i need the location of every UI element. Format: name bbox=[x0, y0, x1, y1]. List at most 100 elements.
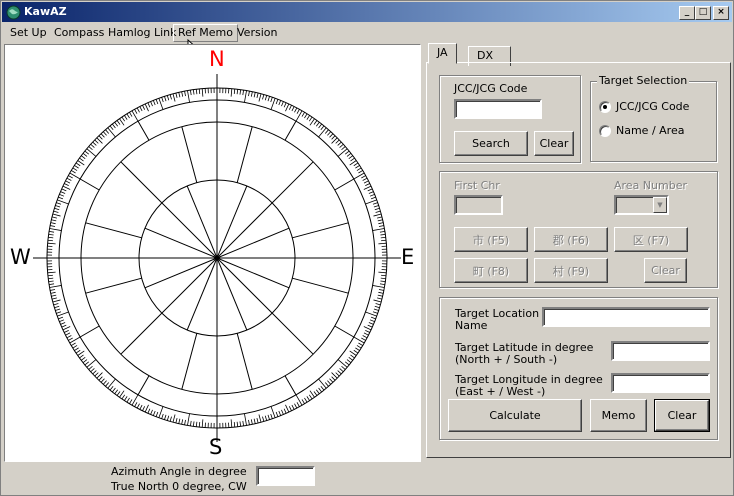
compass-tick bbox=[47, 274, 53, 277]
compass-tick bbox=[51, 294, 57, 297]
tab-ja[interactable]: JA bbox=[428, 43, 457, 64]
compass-tick bbox=[355, 165, 360, 169]
compass-tick bbox=[201, 88, 204, 97]
compass-tick bbox=[136, 403, 140, 409]
compass-tick bbox=[363, 326, 372, 331]
azimuth-sub-label: True North 0 degree, CW bbox=[111, 480, 247, 493]
compass-tick bbox=[363, 332, 369, 336]
compass-tick bbox=[64, 183, 69, 187]
compass-spoke-outer bbox=[79, 178, 100, 191]
compass-tick bbox=[166, 95, 170, 101]
compass-tick bbox=[346, 359, 352, 363]
menu-setup[interactable]: Set Up bbox=[5, 24, 52, 42]
menu-hamlog-link[interactable]: Hamlog Link bbox=[103, 24, 182, 42]
jcc-code-input[interactable] bbox=[454, 99, 542, 119]
maximize-button[interactable]: □ bbox=[695, 6, 711, 20]
compass-tick bbox=[288, 406, 292, 411]
compass-spoke-inner bbox=[161, 257, 218, 314]
compass-tick bbox=[65, 180, 71, 184]
compass-tick bbox=[378, 271, 387, 274]
compass-tick bbox=[84, 150, 90, 155]
target-location-input[interactable] bbox=[542, 307, 710, 327]
title-bar[interactable]: KawAZ _ □ × bbox=[2, 2, 732, 22]
compass-tick bbox=[337, 359, 348, 368]
compass-dial[interactable] bbox=[5, 45, 420, 461]
compass-tick bbox=[139, 106, 143, 112]
compass-tick bbox=[144, 103, 149, 112]
compass-tick bbox=[331, 135, 336, 140]
compass-tick bbox=[363, 180, 369, 184]
compass-panel[interactable]: N S W E bbox=[4, 44, 421, 462]
compass-tick bbox=[344, 150, 350, 155]
radio-name-area-label[interactable]: Name / Area bbox=[616, 124, 684, 137]
compass-tick bbox=[124, 396, 128, 401]
calculate-button[interactable]: Calculate bbox=[448, 399, 582, 432]
minimize-button[interactable]: _ bbox=[679, 6, 695, 20]
compass-tick bbox=[187, 413, 190, 426]
compass-tick bbox=[264, 95, 268, 101]
ward-f7-button[interactable]: 区 (F7) bbox=[614, 227, 688, 252]
target-latitude-input[interactable] bbox=[611, 341, 710, 361]
area-number-select[interactable]: ▼ bbox=[614, 195, 669, 215]
compass-tick bbox=[172, 93, 176, 102]
compass-tick bbox=[281, 101, 284, 107]
compass-tick bbox=[377, 219, 383, 222]
compass-tick bbox=[327, 380, 332, 385]
first-chr-input[interactable] bbox=[454, 195, 503, 215]
compass-tick bbox=[356, 345, 362, 349]
compass-tick bbox=[318, 127, 327, 138]
compass-tick bbox=[98, 376, 103, 381]
village-f9-button[interactable]: 村 (F9) bbox=[534, 258, 608, 283]
compass-tick bbox=[329, 378, 334, 383]
azimuth-label: Azimuth Angle in degree bbox=[111, 465, 247, 478]
area-clear-button[interactable]: Clear bbox=[644, 258, 687, 283]
menu-version[interactable]: Version bbox=[232, 24, 282, 42]
compass-spoke-middle bbox=[271, 312, 314, 355]
target-clear-button[interactable]: Clear bbox=[654, 399, 710, 432]
compass-west-label: W bbox=[10, 245, 31, 269]
compass-tick bbox=[94, 372, 99, 377]
compass-spoke-middle bbox=[292, 277, 349, 294]
compass-spoke-middle bbox=[292, 222, 349, 239]
compass-tick bbox=[164, 414, 167, 420]
compass-tick bbox=[155, 99, 159, 105]
compass-tick bbox=[262, 416, 265, 422]
close-button[interactable]: × bbox=[713, 6, 729, 20]
compass-tick bbox=[62, 185, 71, 190]
compass-east-label: E bbox=[401, 245, 415, 269]
compass-tick bbox=[102, 380, 107, 385]
memo-button[interactable]: Memo bbox=[590, 399, 647, 432]
compass-tick bbox=[184, 91, 186, 97]
compass-tick bbox=[55, 308, 61, 311]
compass-tick bbox=[112, 123, 116, 129]
compass-tick bbox=[350, 354, 355, 359]
compass-tick bbox=[381, 274, 387, 277]
jcc-clear-button[interactable]: Clear bbox=[534, 131, 574, 156]
first-chr-label: First Chr bbox=[454, 179, 500, 192]
compass-tick bbox=[372, 285, 385, 288]
city-f5-button[interactable]: 市 (F5) bbox=[454, 227, 528, 252]
menu-compass[interactable]: Compass bbox=[49, 24, 109, 42]
chevron-down-icon[interactable]: ▼ bbox=[653, 197, 667, 213]
compass-tick bbox=[285, 404, 290, 413]
town-f8-button[interactable]: 町 (F8) bbox=[454, 258, 528, 283]
compass-tick bbox=[60, 322, 66, 325]
compass-tick bbox=[144, 404, 149, 413]
compass-tick bbox=[288, 105, 292, 110]
radio-jcc-code[interactable] bbox=[599, 101, 611, 113]
compass-tick bbox=[136, 107, 140, 113]
radio-name-area[interactable] bbox=[599, 125, 611, 137]
county-f6-button[interactable]: 郡 (F6) bbox=[534, 227, 608, 252]
compass-tick bbox=[378, 242, 387, 245]
compass-tick bbox=[337, 141, 342, 146]
azimuth-value-field[interactable] bbox=[256, 466, 315, 486]
compass-tick bbox=[230, 419, 233, 428]
compass-tick bbox=[348, 155, 354, 160]
compass-tick bbox=[244, 90, 247, 103]
menu-ref-memo[interactable]: Ref Memo bbox=[173, 24, 238, 42]
compass-tick bbox=[335, 372, 340, 377]
radio-jcc-code-label[interactable]: JCC/JCG Code bbox=[616, 100, 689, 113]
compass-tick bbox=[116, 391, 121, 396]
target-longitude-input[interactable] bbox=[611, 373, 710, 393]
search-button[interactable]: Search bbox=[454, 131, 528, 156]
